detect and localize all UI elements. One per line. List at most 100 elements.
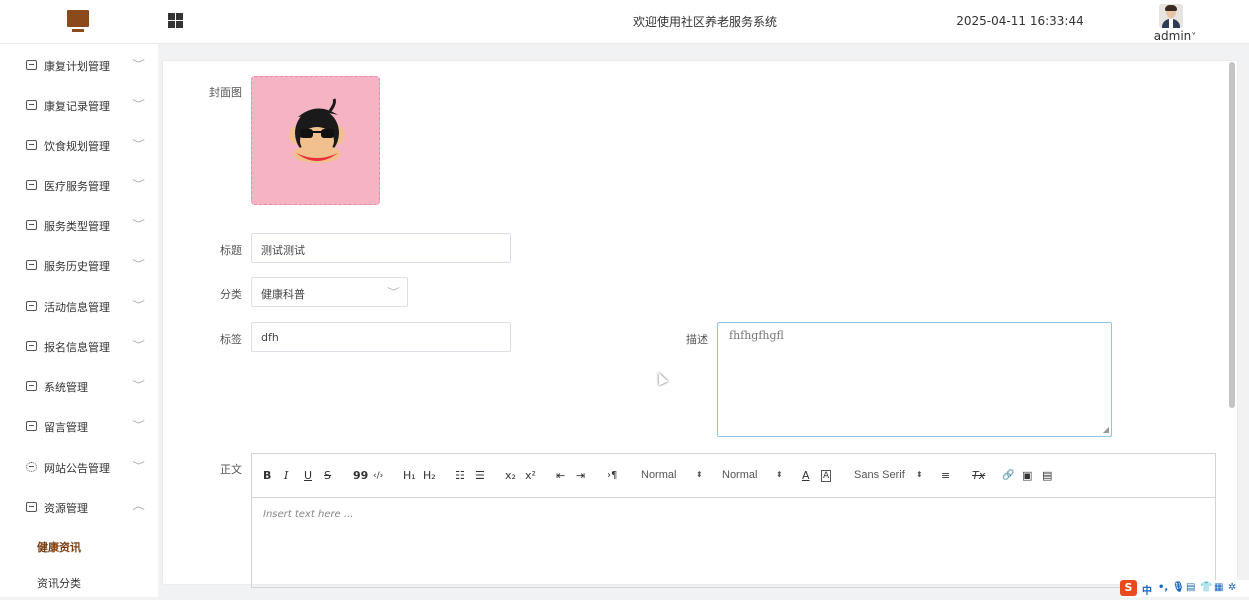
sidebar-item-service-history[interactable]: 服务历史管理 ﹀ [0,245,158,285]
font-select[interactable]: Sans Serif ⬍ [854,469,926,481]
ordered-list-button[interactable]: ☷ [455,469,465,483]
chevron-down-icon: ﹀ [132,260,145,270]
italic-button[interactable]: I [284,469,288,483]
h2-button[interactable]: H₂ [423,469,436,483]
toolbox-icon[interactable]: ▦ [1214,582,1223,593]
avatar-icon[interactable] [1159,4,1183,28]
sidebar-item-medical-service[interactable]: 医疗服务管理 ﹀ [0,165,158,205]
datetime: 2025-04-11 16:33:44 [956,14,1084,28]
sidebar-item-announcements[interactable]: 网站公告管理 ﹀ [0,447,158,487]
h1-button[interactable]: H₁ [403,469,416,483]
superscript-button[interactable]: x² [525,469,536,483]
sidebar-item-label: 报名信息管理 [44,341,110,354]
image-icon[interactable]: ▣ [1022,469,1032,483]
page-title: 欢迎使用社区养老服务系统 [632,15,777,29]
sidebar-item-label: 康复计划管理 [44,60,110,73]
chevron-down-icon: ﹀ [132,140,145,150]
menu-icon [26,100,37,110]
select-arrow-icon: ⬍ [916,470,923,479]
sidebar-item-resources[interactable]: 资源管理 ︿ [0,487,158,527]
description-textarea[interactable]: fhfhgfhgfl ◢ [717,322,1112,437]
title-input[interactable]: 测试测试 [251,233,511,263]
sidebar-item-rehab-record[interactable]: 康复记录管理 ﹀ [0,85,158,125]
editor-placeholder: Insert text here ... [263,509,354,520]
tags-label: 标签 [220,333,242,346]
skin-icon[interactable]: 👕 [1200,582,1212,593]
grid-icon[interactable] [168,13,183,28]
sidebar: 康复计划管理 ﹀ 康复记录管理 ﹀ 饮食规划管理 ﹀ 医疗服务管理 ﹀ 服务类型管理 ﹀ … [0,44,158,597]
sidebar-item-system[interactable]: 系统管理 ﹀ [0,366,158,406]
settings-icon[interactable]: ✲ [1228,582,1236,593]
size-select[interactable]: Normal ⬍ [641,469,703,481]
description-label: 描述 [686,333,708,346]
cover-image-upload[interactable] [251,76,380,205]
menu-icon [26,140,37,150]
bullet-list-button[interactable]: ☰ [475,469,485,483]
category-select[interactable]: 健康科普 ﹀ [251,277,408,307]
sidebar-item-service-type[interactable]: 服务类型管理 ﹀ [0,205,158,245]
sidebar-subitem-label: 健康资讯 [37,541,81,554]
category-value: 健康科普 [261,288,305,301]
clean-format-button[interactable]: Tx [972,469,985,483]
bold-button[interactable]: B [263,469,271,483]
user-menu[interactable]: admin˅ [1150,29,1200,43]
subscript-button[interactable]: x₂ [505,469,516,483]
menu-icon [26,381,37,391]
text-direction-button[interactable]: ›¶ [607,469,617,483]
sidebar-item-diet-plan[interactable]: 饮食规划管理 ﹀ [0,125,158,165]
sidebar-item-label: 饮食规划管理 [44,140,110,153]
menu-icon [26,301,37,311]
editor-content[interactable]: Insert text here ... [252,499,1215,587]
sidebar-item-registration[interactable]: 报名信息管理 ﹀ [0,326,158,366]
sidebar-item-rehab-plan[interactable]: 康复计划管理 ﹀ [0,45,158,85]
sidebar-item-label: 服务历史管理 [44,260,110,273]
chevron-down-icon: ﹀ [132,180,145,190]
menu-icon [26,220,37,230]
sidebar-item-label: 留言管理 [44,421,88,434]
chevron-down-icon: ﹀ [132,301,145,311]
description-value: fhfhgfhgfl [729,329,784,342]
sidebar-item-messages[interactable]: 留言管理 ﹀ [0,406,158,446]
title-label: 标题 [220,244,242,257]
sidebar-item-label: 网站公告管理 [44,462,110,475]
sidebar-item-activity[interactable]: 活动信息管理 ﹀ [0,286,158,326]
link-icon[interactable]: 🔗 [1002,469,1014,483]
blockquote-button[interactable]: 99 [353,469,368,483]
loading-icon [26,462,37,472]
indent-less-button[interactable]: ⇤ [556,469,565,483]
keyboard-icon[interactable]: ▤ [1186,582,1195,593]
header-select-value: Normal [722,469,758,481]
chevron-down-icon: ﹀ [132,381,145,391]
font-color-button[interactable]: A [802,469,810,483]
background-color-button[interactable]: A [821,470,832,482]
sidebar-item-label: 系统管理 [44,381,88,394]
indent-more-button[interactable]: ⇥ [576,469,585,483]
punctuation-icon[interactable]: •, [1158,582,1168,593]
align-button[interactable]: ≡ [941,469,950,483]
chevron-up-icon: ︿ [132,502,145,512]
code-button[interactable]: ‹/› [373,469,383,483]
username: admin [1153,29,1192,43]
chevron-down-icon: ˅ [1191,32,1197,43]
underline-button[interactable]: U [304,469,312,483]
header-select[interactable]: Normal ⬍ [722,469,783,481]
sidebar-item-label: 康复记录管理 [44,100,110,113]
monkey-avatar-image [289,98,345,163]
ime-language-toggle[interactable]: 中 [1142,582,1152,597]
microphone-icon[interactable]: 🎙 [1172,582,1185,593]
chevron-down-icon: ﹀ [132,100,145,110]
sidebar-item-label: 医疗服务管理 [44,180,110,193]
monitor-icon [67,10,89,34]
strike-button[interactable]: S [324,469,331,483]
scrollbar[interactable] [1229,62,1235,408]
sidebar-subitem-news-category[interactable]: 资讯分类 [9,564,158,600]
menu-icon [26,260,37,270]
chevron-down-icon: ﹀ [132,60,145,70]
video-icon[interactable]: ▤ [1042,469,1052,483]
resize-handle-icon[interactable]: ◢ [1103,425,1109,434]
chevron-down-icon: ﹀ [387,288,400,298]
sidebar-subitem-health-news[interactable]: 健康资讯 [9,528,158,564]
category-label: 分类 [220,288,242,301]
ime-logo-icon[interactable]: S [1120,580,1137,596]
tags-input[interactable]: dfh [251,322,511,352]
